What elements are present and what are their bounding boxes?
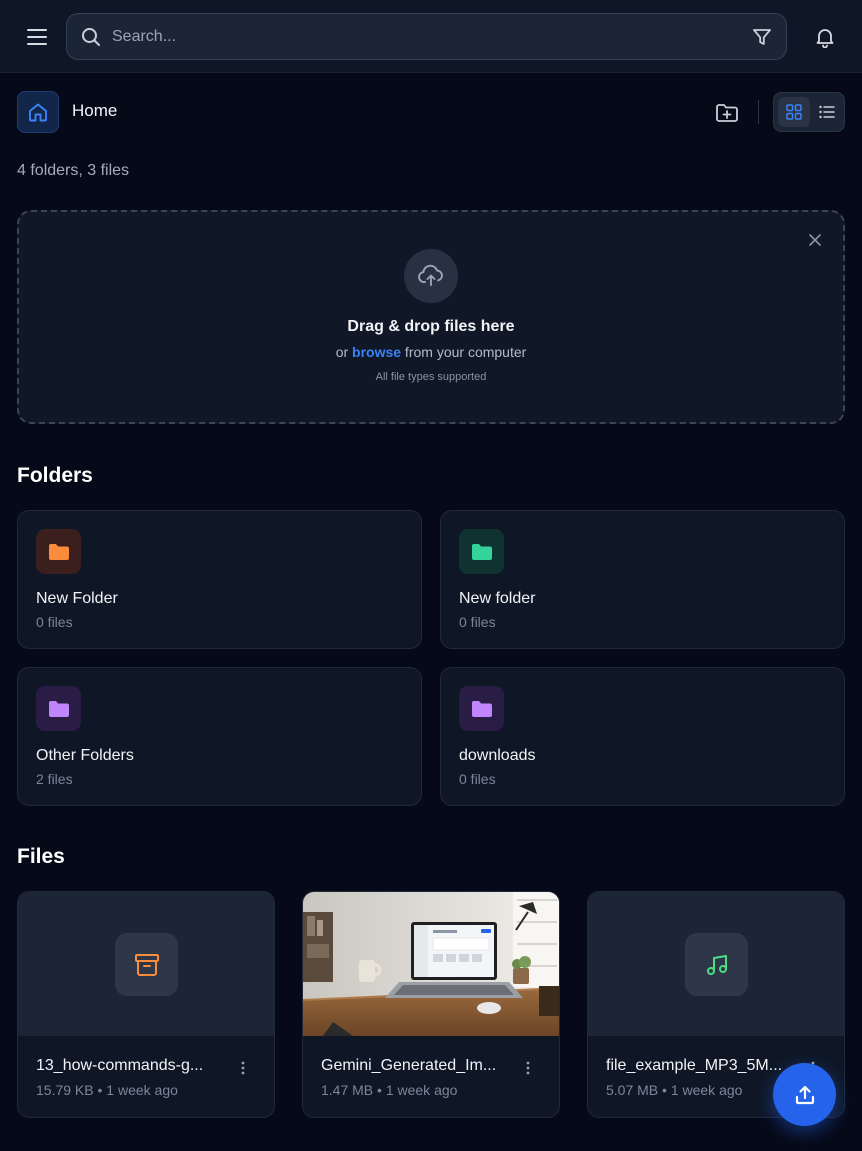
files-heading: Files bbox=[17, 845, 65, 868]
upload-icon bbox=[795, 1085, 814, 1104]
file-menu-button[interactable] bbox=[517, 1057, 539, 1079]
file-size: 15.79 KB bbox=[36, 1082, 94, 1098]
search-input[interactable] bbox=[112, 24, 712, 50]
folder-file-count: 0 files bbox=[36, 614, 73, 630]
folder-card[interactable]: New folder 0 files bbox=[440, 510, 845, 649]
view-toggle bbox=[773, 92, 845, 132]
file-age: 1 week ago bbox=[385, 1082, 458, 1098]
home-button[interactable] bbox=[17, 91, 59, 133]
file-name: file_example_MP3_5M... bbox=[606, 1057, 783, 1074]
image-thumbnail-picture bbox=[303, 892, 559, 1036]
dropzone-note: All file types supported bbox=[375, 371, 487, 383]
upload-fab-button[interactable] bbox=[773, 1063, 836, 1126]
folder-icon-box bbox=[459, 686, 504, 731]
folder-name: Other Folders bbox=[36, 747, 134, 764]
meta-separator: • bbox=[377, 1082, 382, 1098]
folder-name: New Folder bbox=[36, 590, 118, 607]
meta-separator: • bbox=[97, 1082, 103, 1098]
folder-plus-icon bbox=[716, 104, 738, 122]
file-name: Gemini_Generated_Im... bbox=[321, 1057, 497, 1074]
grid-icon bbox=[786, 104, 802, 120]
dropzone-sub-prefix: or bbox=[335, 344, 353, 360]
upload-icon-circle bbox=[404, 249, 458, 303]
dropzone-title: Drag & drop files here bbox=[347, 318, 515, 335]
menu-icon bbox=[27, 29, 47, 45]
search-icon bbox=[82, 28, 100, 46]
folder-icon bbox=[48, 700, 69, 717]
list-icon bbox=[819, 105, 835, 119]
file-meta: 1.47 MB • 1 week ago bbox=[321, 1082, 457, 1098]
notifications-button[interactable] bbox=[810, 22, 840, 52]
folder-file-count: 0 files bbox=[459, 771, 496, 787]
file-meta: 5.07 MB • 1 week ago bbox=[606, 1082, 742, 1098]
file-menu-button[interactable] bbox=[232, 1057, 254, 1079]
file-type-icon-box bbox=[685, 933, 748, 996]
folder-icon bbox=[48, 543, 69, 560]
more-vertical-icon bbox=[241, 1061, 245, 1075]
dropzone-subtitle: or browse from your computer bbox=[19, 344, 843, 360]
folders-heading: Folders bbox=[17, 464, 93, 487]
dropzone-sub-suffix: from your computer bbox=[401, 344, 527, 360]
music-note-icon bbox=[706, 954, 727, 975]
folder-icon-box bbox=[36, 529, 81, 574]
file-preview bbox=[18, 892, 274, 1036]
top-bar bbox=[0, 0, 862, 73]
toolbar-divider bbox=[758, 100, 759, 124]
folder-icon bbox=[471, 700, 492, 717]
file-age: 1 week ago bbox=[106, 1082, 178, 1098]
folder-card[interactable]: Other Folders 2 files bbox=[17, 667, 422, 806]
close-dropzone-button[interactable] bbox=[805, 230, 825, 250]
file-card[interactable]: 13_how-commands-g... 15.79 KB • 1 week a… bbox=[17, 891, 275, 1118]
more-vertical-icon bbox=[526, 1061, 530, 1075]
upload-dropzone[interactable]: Drag & drop files here or browse from yo… bbox=[17, 210, 845, 424]
breadcrumb-home[interactable]: Home bbox=[72, 101, 117, 121]
home-icon bbox=[29, 103, 47, 122]
folder-file-count: 2 files bbox=[36, 771, 73, 787]
archive-icon bbox=[134, 953, 159, 976]
file-size: 1.47 MB bbox=[321, 1082, 374, 1098]
file-size: 5.07 MB bbox=[606, 1082, 659, 1098]
folder-icon-box bbox=[36, 686, 81, 731]
new-folder-button[interactable] bbox=[712, 98, 742, 128]
file-type-icon-box bbox=[115, 933, 178, 996]
cloud-upload-icon bbox=[418, 264, 443, 286]
menu-button[interactable] bbox=[22, 22, 52, 52]
close-icon bbox=[809, 234, 821, 246]
filter-icon[interactable] bbox=[752, 27, 772, 47]
folder-name: downloads bbox=[459, 747, 536, 764]
browse-link[interactable]: browse bbox=[352, 344, 401, 360]
grid-view-button[interactable] bbox=[778, 97, 810, 127]
item-count-summary: 4 folders, 3 files bbox=[17, 162, 130, 179]
folder-icon-box bbox=[459, 529, 504, 574]
file-name: 13_how-commands-g... bbox=[36, 1057, 204, 1074]
folder-card[interactable]: downloads 0 files bbox=[440, 667, 845, 806]
list-view-button[interactable] bbox=[811, 97, 843, 127]
file-meta: 15.79 KB • 1 week ago bbox=[36, 1082, 178, 1098]
file-age: 1 week ago bbox=[670, 1082, 743, 1098]
meta-separator: • bbox=[662, 1082, 667, 1098]
file-card[interactable]: Gemini_Generated_Im... 1.47 MB • 1 week … bbox=[302, 891, 560, 1118]
file-preview bbox=[588, 892, 844, 1036]
bell-icon bbox=[816, 29, 834, 48]
search-bar bbox=[66, 13, 787, 60]
folder-name: New folder bbox=[459, 590, 536, 607]
image-thumbnail bbox=[303, 892, 559, 1036]
folder-icon bbox=[471, 543, 492, 560]
folder-file-count: 0 files bbox=[459, 614, 496, 630]
folder-card[interactable]: New Folder 0 files bbox=[17, 510, 422, 649]
